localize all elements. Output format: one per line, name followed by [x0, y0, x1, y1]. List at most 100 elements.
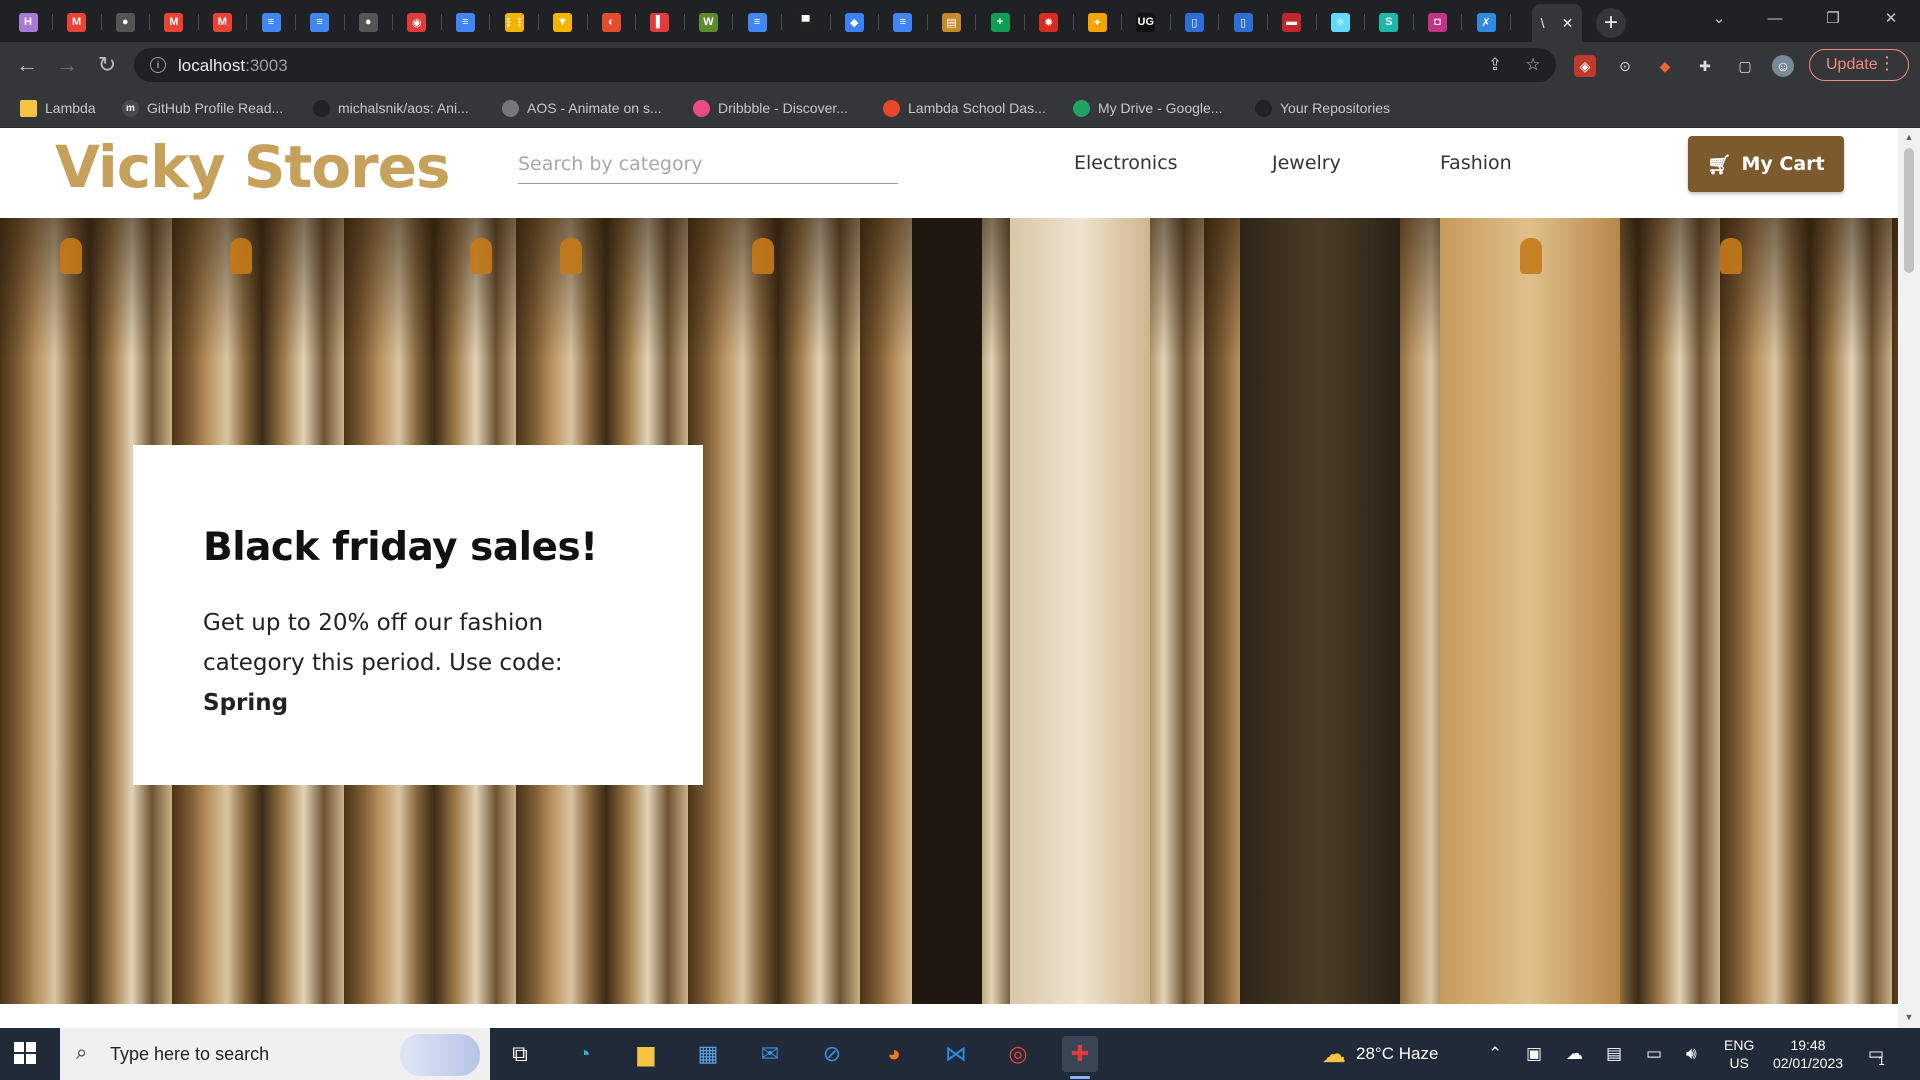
restore-button[interactable]: ❐	[1804, 0, 1862, 36]
scroll-thumb[interactable]	[1904, 148, 1914, 273]
clock[interactable]: 19:48 02/01/2023	[1766, 1028, 1850, 1080]
browser-tab[interactable]: ✦	[1075, 6, 1119, 38]
notification-center-icon[interactable]: ▭ 1	[1868, 1028, 1885, 1080]
task-view-icon[interactable]: ⧉	[502, 1036, 538, 1072]
bookmark-item[interactable]: My Drive - Google...	[1073, 98, 1222, 118]
extension-icon[interactable]: ◈	[1574, 55, 1596, 77]
browser-tab[interactable]: UG	[1124, 6, 1168, 38]
browser-tab[interactable]: ≡	[298, 6, 342, 38]
windows-start-icon[interactable]	[14, 1042, 36, 1064]
browser-tab[interactable]: ●	[103, 6, 147, 38]
taskbar-search[interactable]: ⌕ Type here to search	[60, 1028, 490, 1080]
chrome-icon[interactable]: ◎	[1000, 1036, 1036, 1072]
weather-widget[interactable]: ☁ 28°C Haze	[1322, 1028, 1438, 1080]
bookmark-item[interactable]: michalsnik/aos: Ani...	[313, 98, 469, 118]
browser-tab[interactable]: ≡	[443, 6, 487, 38]
site-info-icon[interactable]: i	[150, 57, 166, 73]
edge-icon[interactable]: ◔	[566, 1036, 602, 1072]
new-tab-button[interactable]: +	[1596, 8, 1626, 38]
browser-tab[interactable]: ⚛	[1318, 6, 1362, 38]
vscode-icon[interactable]: ⋈	[938, 1036, 974, 1072]
browser-tab[interactable]: ▌	[638, 6, 682, 38]
browser-tab[interactable]: ✹	[1027, 6, 1071, 38]
brand-logo[interactable]: Vicky Stores	[55, 133, 451, 201]
mail-icon[interactable]: ✉	[752, 1036, 788, 1072]
device-icon[interactable]: ▤	[1606, 1028, 1622, 1080]
bookmark-star-icon[interactable]: ☆	[1522, 54, 1544, 76]
bookmark-item[interactable]: Dribbble - Discover...	[693, 98, 848, 118]
browser-tab[interactable]: ●	[346, 6, 390, 38]
browser-tab[interactable]: +	[978, 6, 1022, 38]
volume-icon[interactable]: 🔊︎	[1686, 1028, 1697, 1080]
nav-electronics[interactable]: Electronics	[1074, 152, 1178, 174]
browser-tab[interactable]: ◆	[832, 6, 876, 38]
browser-tab[interactable]: ▼	[541, 6, 585, 38]
browser-tab[interactable]: ▯	[1221, 6, 1265, 38]
chevron-up-icon[interactable]: ⌃	[1488, 1028, 1502, 1080]
bookmark-item[interactable]: Lambda	[20, 98, 96, 118]
browser-tab[interactable]: W	[686, 6, 730, 38]
close-tab-icon[interactable]: ✕	[1562, 15, 1574, 32]
scroll-up-icon[interactable]: ▲	[1904, 132, 1914, 142]
browser-tab[interactable]: ◉	[395, 6, 439, 38]
app-icon[interactable]: ✚	[1062, 1036, 1098, 1079]
browser-tab[interactable]: ≡	[735, 6, 779, 38]
address-bar[interactable]: i localhost:3003 ⇪ ☆	[134, 48, 1556, 82]
app-icon: ✗	[1476, 12, 1496, 32]
browser-tab[interactable]: M	[152, 6, 196, 38]
bookmark-item[interactable]: Lambda School Das...	[883, 98, 1046, 118]
my-cart-button[interactable]: 🛒︎ My Cart	[1688, 136, 1844, 192]
browser-tab[interactable]: ◘	[1415, 6, 1459, 38]
nav-fashion[interactable]: Fashion	[1440, 152, 1512, 174]
active-tab[interactable]: \ ✕	[1532, 4, 1582, 42]
browser-tab[interactable]: ▤	[929, 6, 973, 38]
firefox-icon[interactable]: ◕	[876, 1036, 912, 1072]
tab-separator	[1315, 14, 1317, 30]
side-panel-icon[interactable]: ▢	[1734, 55, 1756, 77]
docs-icon: ≡	[261, 12, 281, 32]
promo-code: Spring	[203, 690, 289, 716]
browser-tab[interactable]: S	[1367, 6, 1411, 38]
browser-tab[interactable]: M	[200, 6, 244, 38]
url-text[interactable]: localhost:3003	[178, 56, 288, 76]
page-scrollbar[interactable]: ▲ ▼	[1898, 128, 1920, 1028]
browser-tab[interactable]: H	[6, 6, 50, 38]
browser-tab[interactable]: ⋮⋮	[492, 6, 536, 38]
forward-button[interactable]: →	[52, 50, 82, 80]
battery-icon[interactable]: ▭	[1646, 1028, 1662, 1080]
back-button[interactable]: ←	[12, 50, 42, 80]
meet-icon[interactable]: ▣	[1526, 1028, 1542, 1080]
share-icon[interactable]: ⇪	[1484, 54, 1506, 76]
category-search-input[interactable]	[518, 144, 898, 184]
bookmark-item[interactable]: m GitHub Profile Read...	[122, 98, 283, 118]
browser-tab[interactable]: ◐	[589, 6, 633, 38]
extension-icon[interactable]: ◆	[1654, 55, 1676, 77]
store-icon[interactable]: ▦	[690, 1036, 726, 1072]
bookmark-item[interactable]: Your Repositories	[1255, 98, 1390, 118]
browser-tab[interactable]: M	[55, 6, 99, 38]
onedrive-icon[interactable]: ☁	[1566, 1028, 1583, 1080]
browser-tab[interactable]: ▯	[1172, 6, 1216, 38]
browser-tab[interactable]: ▀	[784, 6, 828, 38]
reload-button[interactable]: ↻	[92, 50, 122, 80]
close-window-button[interactable]: ✕	[1862, 0, 1920, 36]
tab-search-icon[interactable]: ⌄	[1690, 0, 1748, 36]
nav-jewelry[interactable]: Jewelry	[1272, 152, 1341, 174]
language-indicator[interactable]: ENG US	[1724, 1028, 1754, 1080]
safari-icon[interactable]: ⊘	[814, 1036, 850, 1072]
browser-tab[interactable]: ≡	[881, 6, 925, 38]
puzzle-icon[interactable]: ✚	[1694, 55, 1716, 77]
extension-icon[interactable]: ⊙	[1614, 55, 1636, 77]
menu-icon[interactable]: ⋮	[1878, 53, 1896, 74]
bookmark-item[interactable]: AOS - Animate on s...	[502, 98, 662, 118]
cart-label: My Cart	[1741, 153, 1825, 175]
avatar[interactable]: ☺	[1772, 55, 1794, 77]
browser-tab[interactable]: ≡	[249, 6, 293, 38]
file-explorer-icon[interactable]: ▆	[628, 1036, 664, 1072]
minimize-button[interactable]: —	[1746, 0, 1804, 36]
scroll-down-icon[interactable]: ▼	[1904, 1012, 1914, 1022]
browser-tab[interactable]: ✗	[1464, 6, 1508, 38]
app-icon: ◘	[1427, 12, 1447, 32]
browser-tab[interactable]: ▬	[1270, 6, 1314, 38]
update-button[interactable]: Update ⋮	[1809, 49, 1909, 81]
